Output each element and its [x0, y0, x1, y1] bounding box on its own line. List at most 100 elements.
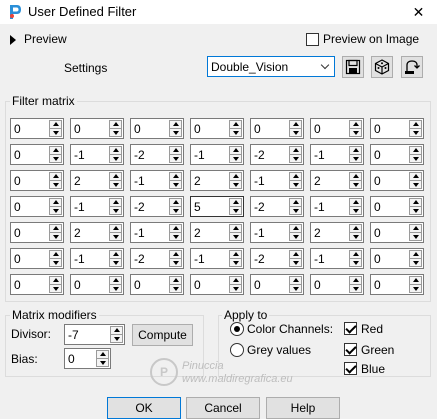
- matrix-cell[interactable]: 2: [190, 222, 244, 243]
- matrix-cell-spin-buttons[interactable]: [289, 120, 302, 137]
- matrix-cell[interactable]: 0: [70, 274, 124, 295]
- matrix-cell-spin-buttons[interactable]: [349, 198, 362, 215]
- matrix-cell[interactable]: 0: [370, 222, 424, 243]
- compute-button[interactable]: Compute: [132, 324, 193, 346]
- matrix-cell-spin-buttons[interactable]: [229, 172, 242, 189]
- matrix-cell[interactable]: 0: [370, 144, 424, 165]
- close-button[interactable]: ✕: [400, 0, 437, 24]
- matrix-cell[interactable]: -1: [190, 144, 244, 165]
- matrix-cell-spin-buttons[interactable]: [109, 146, 122, 163]
- random-button[interactable]: [371, 56, 393, 78]
- ok-button[interactable]: OK: [107, 397, 181, 419]
- matrix-cell-spin-buttons[interactable]: [349, 250, 362, 267]
- matrix-cell-spin-buttons[interactable]: [49, 146, 62, 163]
- matrix-cell[interactable]: 0: [250, 118, 304, 139]
- matrix-cell-spin-buttons[interactable]: [409, 250, 422, 267]
- bias-field[interactable]: 0: [64, 348, 111, 369]
- divisor-spin-buttons[interactable]: [110, 326, 123, 343]
- matrix-cell-spin-buttons[interactable]: [49, 198, 62, 215]
- preview-on-image-checkbox[interactable]: [306, 33, 319, 46]
- matrix-cell[interactable]: 2: [70, 170, 124, 191]
- matrix-cell[interactable]: -1: [70, 248, 124, 269]
- cancel-button[interactable]: Cancel: [186, 397, 260, 419]
- matrix-cell[interactable]: 2: [190, 170, 244, 191]
- matrix-cell[interactable]: -1: [310, 144, 364, 165]
- matrix-cell-spin-buttons[interactable]: [109, 120, 122, 137]
- matrix-cell[interactable]: -2: [250, 196, 304, 217]
- matrix-cell[interactable]: 0: [190, 274, 244, 295]
- matrix-cell-spin-buttons[interactable]: [289, 146, 302, 163]
- matrix-cell[interactable]: -1: [190, 248, 244, 269]
- preset-dropdown[interactable]: Double_Vision: [207, 56, 335, 77]
- matrix-cell-spin-buttons[interactable]: [109, 224, 122, 241]
- matrix-cell[interactable]: 0: [310, 274, 364, 295]
- matrix-cell[interactable]: 0: [10, 248, 64, 269]
- matrix-cell-spin-buttons[interactable]: [229, 146, 242, 163]
- matrix-cell[interactable]: 0: [10, 170, 64, 191]
- matrix-cell[interactable]: 0: [10, 274, 64, 295]
- matrix-cell[interactable]: 0: [130, 118, 184, 139]
- matrix-cell-spin-buttons[interactable]: [109, 172, 122, 189]
- matrix-cell-spin-buttons[interactable]: [49, 172, 62, 189]
- matrix-cell-spin-buttons[interactable]: [169, 198, 182, 215]
- matrix-cell-spin-buttons[interactable]: [49, 224, 62, 241]
- matrix-cell-spin-buttons[interactable]: [349, 146, 362, 163]
- matrix-cell[interactable]: 2: [310, 222, 364, 243]
- chevron-down-icon[interactable]: [319, 57, 334, 76]
- matrix-cell[interactable]: -2: [250, 144, 304, 165]
- matrix-cell-spin-buttons[interactable]: [349, 120, 362, 137]
- matrix-cell[interactable]: 0: [370, 196, 424, 217]
- matrix-cell-spin-buttons[interactable]: [169, 146, 182, 163]
- matrix-cell[interactable]: -1: [310, 248, 364, 269]
- matrix-cell-spin-buttons[interactable]: [409, 276, 422, 293]
- matrix-cell[interactable]: 0: [10, 222, 64, 243]
- matrix-cell[interactable]: 0: [370, 118, 424, 139]
- green-channel-checkbox[interactable]: [344, 343, 357, 356]
- matrix-cell[interactable]: -1: [130, 170, 184, 191]
- grey-values-radio[interactable]: [230, 343, 244, 357]
- matrix-cell[interactable]: -2: [130, 248, 184, 269]
- red-channel-checkbox[interactable]: [344, 322, 357, 335]
- matrix-cell-spin-buttons[interactable]: [289, 172, 302, 189]
- matrix-cell-spin-buttons[interactable]: [49, 120, 62, 137]
- save-preset-button[interactable]: [342, 56, 364, 78]
- matrix-cell-spin-buttons[interactable]: [289, 224, 302, 241]
- matrix-cell-spin-buttons[interactable]: [349, 172, 362, 189]
- matrix-cell[interactable]: 5: [190, 196, 244, 217]
- matrix-cell-spin-buttons[interactable]: [109, 198, 122, 215]
- reset-button[interactable]: [401, 56, 423, 78]
- matrix-cell[interactable]: 0: [10, 118, 64, 139]
- matrix-cell-spin-buttons[interactable]: [409, 224, 422, 241]
- matrix-cell-spin-buttons[interactable]: [409, 146, 422, 163]
- matrix-cell-spin-buttons[interactable]: [349, 276, 362, 293]
- help-button[interactable]: Help: [266, 397, 340, 419]
- matrix-cell[interactable]: 0: [310, 118, 364, 139]
- matrix-cell[interactable]: 0: [370, 274, 424, 295]
- matrix-cell[interactable]: -1: [250, 222, 304, 243]
- matrix-cell-spin-buttons[interactable]: [169, 250, 182, 267]
- matrix-cell[interactable]: 0: [370, 170, 424, 191]
- matrix-cell-spin-buttons[interactable]: [169, 120, 182, 137]
- matrix-cell[interactable]: 2: [310, 170, 364, 191]
- matrix-cell-spin-buttons[interactable]: [49, 250, 62, 267]
- matrix-cell[interactable]: -1: [250, 170, 304, 191]
- matrix-cell[interactable]: -2: [250, 248, 304, 269]
- matrix-cell-spin-buttons[interactable]: [289, 276, 302, 293]
- matrix-cell-spin-buttons[interactable]: [229, 198, 242, 215]
- divisor-field[interactable]: -7: [64, 324, 125, 345]
- matrix-cell-spin-buttons[interactable]: [169, 224, 182, 241]
- matrix-cell[interactable]: 0: [190, 118, 244, 139]
- matrix-cell[interactable]: 0: [130, 274, 184, 295]
- matrix-cell-spin-buttons[interactable]: [169, 172, 182, 189]
- matrix-cell[interactable]: 0: [10, 144, 64, 165]
- matrix-cell[interactable]: -1: [70, 196, 124, 217]
- matrix-cell-spin-buttons[interactable]: [409, 172, 422, 189]
- bias-spin-buttons[interactable]: [96, 350, 109, 367]
- matrix-cell[interactable]: 0: [250, 274, 304, 295]
- matrix-cell-spin-buttons[interactable]: [49, 276, 62, 293]
- matrix-cell[interactable]: -2: [130, 196, 184, 217]
- matrix-cell-spin-buttons[interactable]: [289, 250, 302, 267]
- matrix-cell-spin-buttons[interactable]: [109, 250, 122, 267]
- matrix-cell-spin-buttons[interactable]: [229, 250, 242, 267]
- matrix-cell[interactable]: -2: [130, 144, 184, 165]
